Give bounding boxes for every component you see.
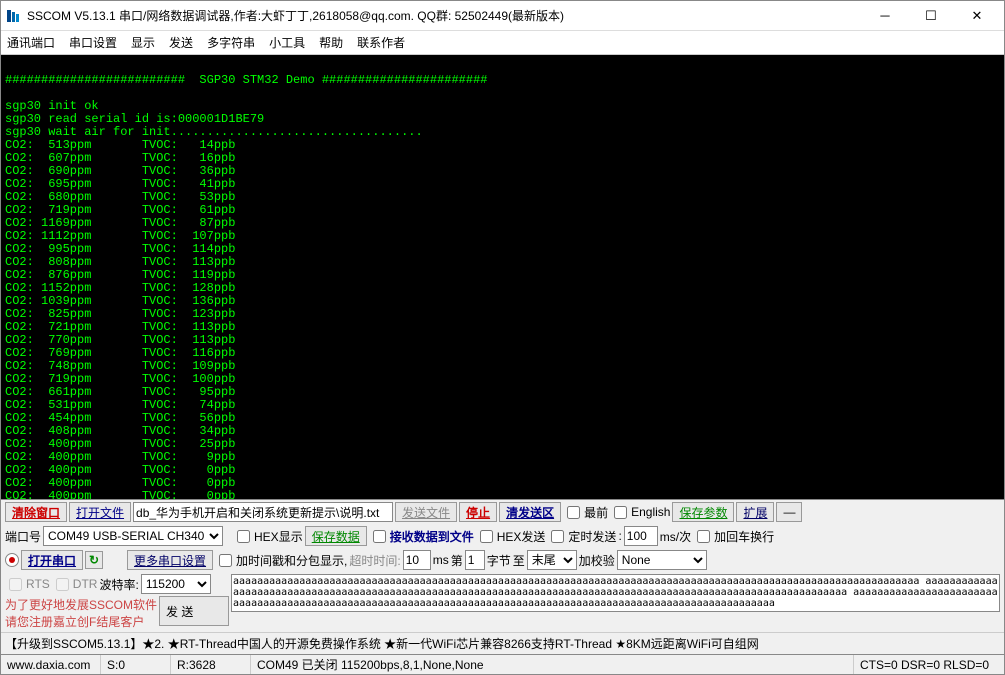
control-panel: 清除窗口 打开文件 发送文件 停止 清发送区 最前 English 保存参数 扩…	[1, 499, 1004, 654]
maximize-button[interactable]: ☐	[908, 2, 954, 30]
recv-file-checkbox[interactable]	[373, 530, 386, 543]
status-cts: CTS=0 DSR=0 RLSD=0	[854, 655, 1004, 674]
send-button[interactable]: 发 送	[159, 596, 229, 626]
expand-button[interactable]: 扩展	[736, 502, 774, 522]
timed-send-checkbox[interactable]	[551, 530, 564, 543]
port-select[interactable]: COM49 USB-SERIAL CH340	[43, 526, 223, 546]
menu-help[interactable]: 帮助	[319, 34, 343, 51]
status-recv: R:3628	[171, 655, 251, 674]
menu-contact[interactable]: 联系作者	[357, 34, 405, 51]
file-path-input[interactable]	[133, 502, 393, 522]
menubar: 通讯端口 串口设置 显示 发送 多字符串 小工具 帮助 联系作者	[1, 31, 1004, 55]
port-label: 端口号	[5, 528, 41, 545]
send-file-button[interactable]: 发送文件	[395, 502, 457, 522]
baud-select[interactable]: 115200	[141, 574, 211, 594]
clear-send-button[interactable]: 清发送区	[499, 502, 561, 522]
status-com: COM49 已关闭 115200bps,8,1,None,None	[251, 655, 854, 674]
end-select[interactable]: 末尾	[527, 550, 577, 570]
menu-settings[interactable]: 串口设置	[69, 34, 117, 51]
addcrlf-checkbox[interactable]	[697, 530, 710, 543]
close-button[interactable]: ✕	[954, 2, 1000, 30]
promo-text-2: 请您注册嘉立创F结尾客户	[5, 613, 157, 630]
dtr-checkbox	[56, 578, 69, 591]
hex-send-checkbox[interactable]	[480, 530, 493, 543]
save-data-button[interactable]: 保存数据	[305, 526, 367, 546]
window-title: SSCOM V5.13.1 串口/网络数据调试器,作者:大虾丁丁,2618058…	[27, 7, 862, 24]
menu-tools[interactable]: 小工具	[269, 34, 305, 51]
menu-port[interactable]: 通讯端口	[7, 34, 55, 51]
minimize-button[interactable]: ─	[862, 2, 908, 30]
minus-button[interactable]: —	[776, 502, 802, 522]
stop-button[interactable]: 停止	[459, 502, 497, 522]
promo-text-1: 为了更好地发展SSCOM软件	[5, 596, 157, 613]
status-bar: www.daxia.com S:0 R:3628 COM49 已关闭 11520…	[1, 654, 1004, 674]
clear-window-button[interactable]: 清除窗口	[5, 502, 67, 522]
period-input[interactable]	[624, 526, 658, 546]
byte-input[interactable]	[465, 550, 485, 570]
status-url: www.daxia.com	[1, 655, 101, 674]
titlebar: SSCOM V5.13.1 串口/网络数据调试器,作者:大虾丁丁,2618058…	[1, 1, 1004, 31]
open-port-button[interactable]: 打开串口	[21, 550, 83, 570]
english-checkbox[interactable]	[614, 506, 627, 519]
check-select[interactable]: None	[617, 550, 707, 570]
terminal-output: ######################### SGP30 STM32 De…	[1, 55, 1004, 499]
port-radio[interactable]	[5, 553, 19, 567]
send-data-input[interactable]: aaaaaaaaaaaaaaaaaaaaaaaaaaaaaaaaaaaaaaaa…	[231, 574, 1000, 612]
menu-display[interactable]: 显示	[131, 34, 155, 51]
promo-bar: 【升级到SSCOM5.13.1】★2. ★RT-Thread中国人的开源免费操作…	[1, 632, 1004, 654]
hex-show-checkbox[interactable]	[237, 530, 250, 543]
rts-checkbox	[9, 578, 22, 591]
menu-send[interactable]: 发送	[169, 34, 193, 51]
menu-multistring[interactable]: 多字符串	[207, 34, 255, 51]
open-file-button[interactable]: 打开文件	[69, 502, 131, 522]
app-icon	[5, 8, 21, 24]
status-sent: S:0	[101, 655, 171, 674]
save-params-button[interactable]: 保存参数	[672, 502, 734, 522]
reload-icon[interactable]: ↻	[85, 551, 103, 569]
top-checkbox[interactable]	[567, 506, 580, 519]
timeout-input[interactable]	[403, 550, 431, 570]
timestamp-checkbox[interactable]	[219, 554, 232, 567]
more-settings-button[interactable]: 更多串口设置	[127, 550, 213, 570]
